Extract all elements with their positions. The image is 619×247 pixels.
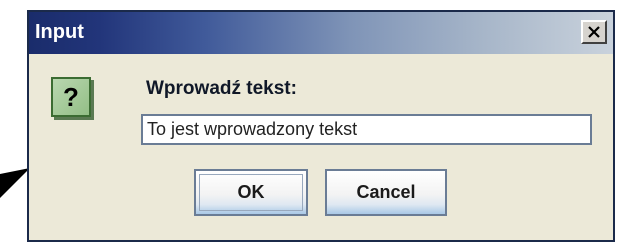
close-icon [588,26,600,38]
focus-ring [199,174,303,211]
question-glyph: ? [63,81,79,112]
text-input[interactable] [141,114,592,145]
cancel-button-label: Cancel [356,182,416,202]
cancel-button[interactable]: Cancel [325,169,447,216]
title-bar[interactable]: Input [29,12,613,54]
arrow-pointer-icon [0,168,30,198]
input-dialog: Input ? Wprowadź tekst: OK Cancel [27,10,615,242]
question-icon: ? [51,77,91,117]
window-title: Input [35,21,84,43]
prompt-label: Wprowadź tekst: [146,78,297,99]
close-button[interactable] [581,20,607,44]
ok-button[interactable]: OK [194,169,308,216]
